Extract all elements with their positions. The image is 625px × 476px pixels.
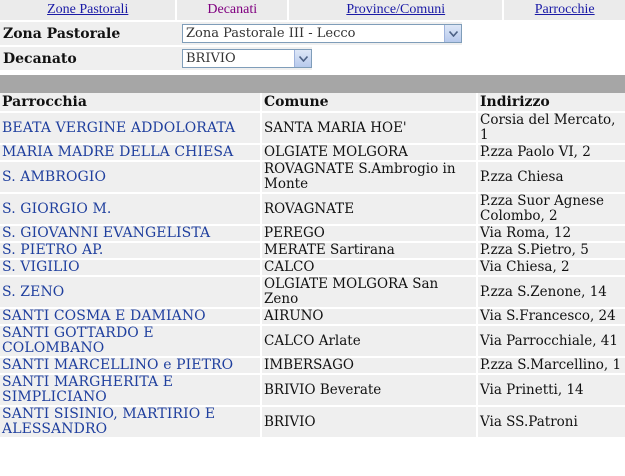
tab-parrocchie[interactable]: Parrocchie <box>504 0 625 20</box>
indirizzo-cell: Via Roma, 12 <box>476 226 625 241</box>
table-row: S. PIETRO AP. MERATE Sartirana P.zza S.Pie… <box>0 243 625 258</box>
decanato-row: Decanato BRIVIO <box>0 47 625 70</box>
parrocchia-link[interactable]: SANTI MARCELLINO e PIETRO <box>0 358 260 373</box>
parrocchia-link[interactable]: S. ZENO <box>0 277 260 307</box>
indirizzo-cell: P.zza Suor Agnese Colombo, 2 <box>476 194 625 224</box>
table-row: S. VIGILIO CALCO Via Chiesa, 2 <box>0 260 625 275</box>
table-header-row: Parrocchia Comune Indirizzo <box>0 93 625 111</box>
decanato-select[interactable]: BRIVIO <box>182 49 312 68</box>
nav-tabs: Zone Pastorali Decanati Province/Comuni … <box>0 0 625 20</box>
indirizzo-cell: Via SS.Patroni <box>476 407 625 437</box>
comune-cell: BRIVIO <box>260 407 476 437</box>
parrocchia-link[interactable]: S. GIOVANNI EVANGELISTA <box>0 226 260 241</box>
zona-row-filler <box>462 22 625 45</box>
table-row: BEATA VERGINE ADDOLORATA SANTA MARIA HOE'… <box>0 113 625 143</box>
table-row: SANTI GOTTARDO E COLOMBANO CALCO Arlate Vi… <box>0 326 625 356</box>
table-row: SANTI MARGHERITA E SIMPLICIANO BRIVIO Bev… <box>0 375 625 405</box>
comune-cell: MERATE Sartirana <box>260 243 476 258</box>
comune-cell: ROVAGNATE <box>260 194 476 224</box>
comune-cell: CALCO Arlate <box>260 326 476 356</box>
parrocchia-link[interactable]: S. VIGILIO <box>0 260 260 275</box>
indirizzo-cell: P.zza S.Marcellino, 1 <box>476 358 625 373</box>
comune-cell: OLGIATE MOLGORA San Zeno <box>260 277 476 307</box>
indirizzo-cell: P.zza S.Zenone, 14 <box>476 277 625 307</box>
table-row: S. AMBROGIO ROVAGNATE S.Ambrogio in Monte… <box>0 162 625 192</box>
indirizzo-cell: Via Prinetti, 14 <box>476 375 625 405</box>
comune-cell: BRIVIO Beverate <box>260 375 476 405</box>
tab-province-comuni[interactable]: Province/Comuni <box>289 0 503 20</box>
decanato-row-filler <box>312 47 625 70</box>
indirizzo-cell: Via Chiesa, 2 <box>476 260 625 275</box>
table-row: SANTI COSMA E DAMIANO AIRUNO Via S.Frances… <box>0 309 625 324</box>
chevron-down-icon[interactable] <box>444 25 461 42</box>
parrocchia-link[interactable]: MARIA MADRE DELLA CHIESA <box>0 145 260 160</box>
parrocchia-link[interactable]: S. GIORGIO M. <box>0 194 260 224</box>
column-header-parrocchia: Parrocchia <box>0 93 260 111</box>
tab-decanati[interactable]: Decanati <box>177 0 288 20</box>
indirizzo-cell: P.zza S.Pietro, 5 <box>476 243 625 258</box>
table-row: MARIA MADRE DELLA CHIESA OLGIATE MOLGORA P… <box>0 145 625 160</box>
parrocchia-link[interactable]: BEATA VERGINE ADDOLORATA <box>0 113 260 143</box>
comune-cell: AIRUNO <box>260 309 476 324</box>
table-row: S. GIORGIO M. ROVAGNATE P.zza Suor Agnese … <box>0 194 625 224</box>
parrocchia-link[interactable]: SANTI MARGHERITA E SIMPLICIANO <box>0 375 260 405</box>
comune-cell: SANTA MARIA HOE' <box>260 113 476 143</box>
parrocchia-link[interactable]: S. PIETRO AP. <box>0 243 260 258</box>
parrocchia-link[interactable]: SANTI GOTTARDO E COLOMBANO <box>0 326 260 356</box>
column-header-indirizzo: Indirizzo <box>476 93 625 111</box>
parrocchia-link[interactable]: S. AMBROGIO <box>0 162 260 192</box>
parrocchie-table: Parrocchia Comune Indirizzo BEATA VERGIN… <box>0 91 625 439</box>
zona-pastorale-row: Zona Pastorale Zona Pastorale III - Lecc… <box>0 22 625 45</box>
zona-pastorale-value: Zona Pastorale III - Lecco <box>186 26 356 41</box>
table-row: S. ZENO OLGIATE MOLGORA San Zeno P.zza S.Z… <box>0 277 625 307</box>
tab-zone-pastorali[interactable]: Zone Pastorali <box>0 0 176 20</box>
comune-cell: IMBERSAGO <box>260 358 476 373</box>
table-row: SANTI MARCELLINO e PIETRO IMBERSAGO P.zza … <box>0 358 625 373</box>
indirizzo-cell: Corsia del Mercato, 1 <box>476 113 625 143</box>
column-header-comune: Comune <box>260 93 476 111</box>
comune-cell: OLGIATE MOLGORA <box>260 145 476 160</box>
parrocchia-link[interactable]: SANTI SISINIO, MARTIRIO E ALESSANDRO <box>0 407 260 437</box>
decanato-label: Decanato <box>3 50 77 67</box>
zona-pastorale-select[interactable]: Zona Pastorale III - Lecco <box>182 24 462 43</box>
comune-cell: CALCO <box>260 260 476 275</box>
comune-cell: PEREGO <box>260 226 476 241</box>
zona-pastorale-label: Zona Pastorale <box>3 25 121 42</box>
indirizzo-cell: P.zza Paolo VI, 2 <box>476 145 625 160</box>
chevron-down-icon[interactable] <box>294 50 311 67</box>
parrocchia-link[interactable]: SANTI COSMA E DAMIANO <box>0 309 260 324</box>
decanato-value: BRIVIO <box>186 51 236 66</box>
indirizzo-cell: P.zza Chiesa <box>476 162 625 192</box>
indirizzo-cell: Via S.Francesco, 24 <box>476 309 625 324</box>
table-row: S. GIOVANNI EVANGELISTA PEREGO Via Roma, 1… <box>0 226 625 241</box>
comune-cell: ROVAGNATE S.Ambrogio in Monte <box>260 162 476 192</box>
indirizzo-cell: Via Parrocchiale, 41 <box>476 326 625 356</box>
table-row: SANTI SISINIO, MARTIRIO E ALESSANDRO BRIV… <box>0 407 625 437</box>
